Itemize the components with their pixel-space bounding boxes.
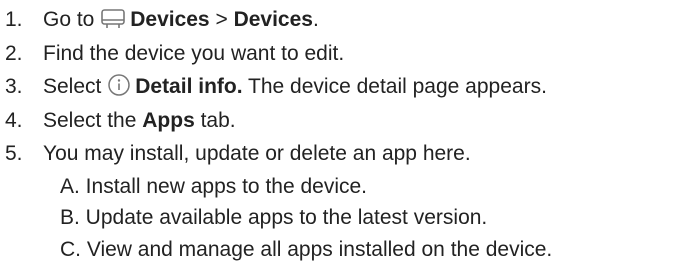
- step-2: 2. Find the device you want to edit.: [0, 37, 683, 71]
- substep-b: B. Update available apps to the latest v…: [0, 202, 683, 234]
- submenu-devices: Devices: [233, 8, 313, 31]
- step-text: You may install, update or delete an app…: [43, 142, 471, 165]
- info-icon: [107, 73, 131, 107]
- substep-c: C. View and manage all apps installed on…: [0, 234, 683, 266]
- step-3: 3. Select Detail info. The device detail …: [0, 70, 683, 104]
- step-text-prefix: Select the: [43, 108, 137, 132]
- step-number: 5.: [5, 142, 23, 165]
- step-text-suffix: tab.: [200, 108, 236, 132]
- substep-text: B. Update available apps to the latest v…: [60, 206, 488, 229]
- step-5: 5. You may install, update or delete an a…: [0, 137, 683, 171]
- substep-text: A. Install new apps to the device.: [60, 174, 368, 198]
- apps-tab-label: Apps: [142, 108, 195, 132]
- substep-a: A. Install new apps to the device.: [0, 171, 683, 203]
- step-number: 4.: [5, 108, 23, 132]
- instruction-list: 1. Go to Devices > Devices. 2. Find the de…: [0, 0, 683, 265]
- breadcrumb-separator: >: [215, 8, 228, 31]
- step-text-suffix: .: [312, 8, 319, 31]
- menu-devices: Devices: [130, 8, 210, 31]
- step-number: 3.: [5, 75, 23, 98]
- step-4: 4. Select the Apps tab.: [0, 104, 683, 138]
- detail-info-label: Detail info.: [135, 75, 243, 98]
- step-text: Find the device you want to edit.: [43, 41, 345, 65]
- step-number: 1.: [5, 8, 23, 31]
- step-text-prefix: Go to: [43, 8, 95, 31]
- step-text-suffix: The device detail page appears.: [248, 75, 547, 98]
- substep-text: C. View and manage all apps installed on…: [60, 237, 553, 261]
- devices-icon: [100, 7, 126, 40]
- step-number: 2.: [5, 41, 23, 65]
- step-1: 1. Go to Devices > Devices.: [0, 3, 683, 37]
- step-text-prefix: Select: [43, 75, 102, 98]
